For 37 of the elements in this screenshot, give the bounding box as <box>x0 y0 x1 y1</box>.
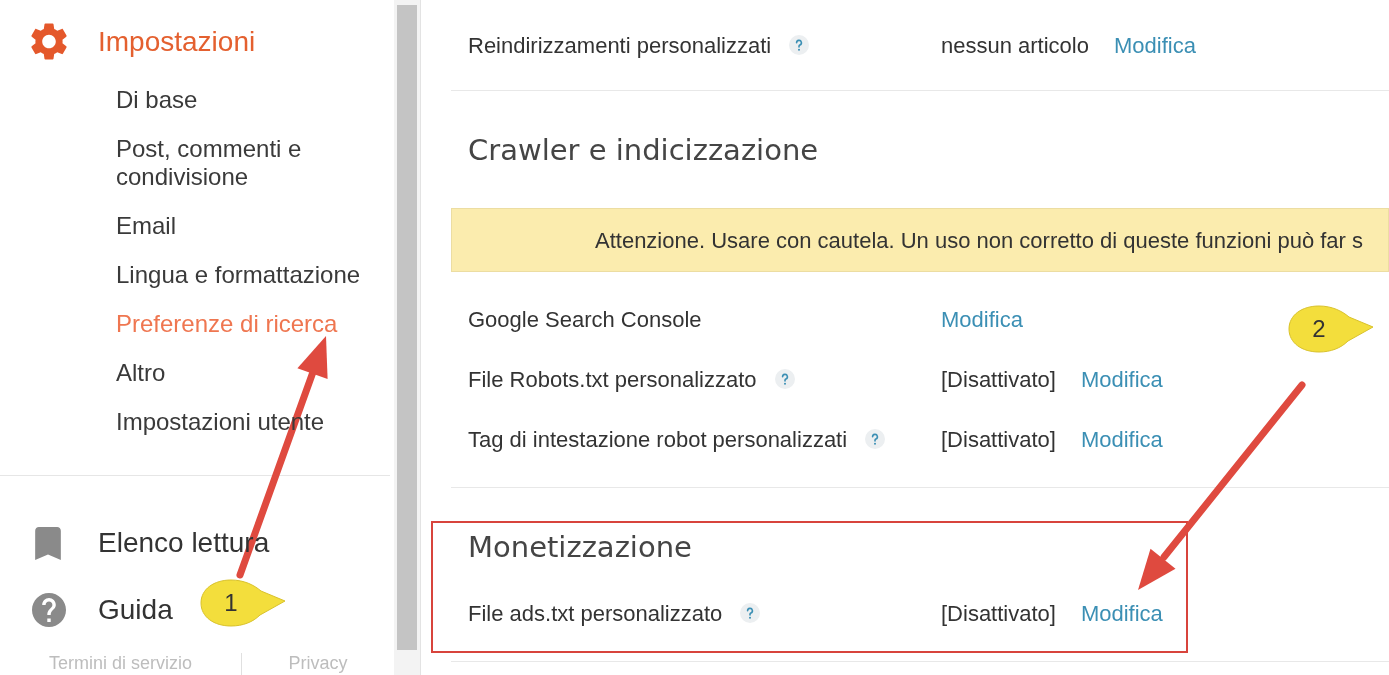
edit-link[interactable]: Modifica <box>941 302 1023 336</box>
help-icon[interactable] <box>865 429 886 449</box>
setting-label: File Robots.txt personalizzato <box>468 365 757 394</box>
gear-icon <box>31 23 67 60</box>
section-heading: Monetizzazione <box>467 529 693 567</box>
setting-label: Tag di intestazione robot personalizzati <box>468 425 848 454</box>
help-icon <box>32 593 66 627</box>
warning-banner: Attenzione. Usare con cautela. Un uso non corretto di queste funzioni può far s <box>451 208 1389 272</box>
nav-section-title[interactable]: Impostazioni <box>98 20 256 63</box>
setting-value: [Disattivato] <box>941 425 1056 454</box>
setting-value: [Disattivato] <box>941 365 1056 394</box>
nav-item[interactable]: Preferenze di ricerca <box>116 309 338 338</box>
nav-item[interactable]: Di base <box>116 85 198 114</box>
help-icon[interactable] <box>774 369 795 389</box>
help-icon[interactable] <box>789 35 810 55</box>
help-icon[interactable] <box>740 603 761 623</box>
setting-value: [Disattivato] <box>941 599 1056 628</box>
nav-item[interactable]: Lingua e formattazione <box>116 260 361 289</box>
setting-label: Reindirizzamenti personalizzati <box>468 31 772 60</box>
edit-link[interactable]: Modifica <box>1080 422 1163 456</box>
edit-link[interactable]: Modifica <box>1080 362 1163 396</box>
setting-value: nessun articolo <box>941 31 1089 60</box>
footer-link[interactable]: Privacy <box>288 653 348 674</box>
scrollbar-thumb[interactable] <box>397 5 417 650</box>
setting-label: File ads.txt personalizzato <box>468 599 723 628</box>
footer-link[interactable]: Termini di servizio <box>48 653 192 674</box>
nav-link[interactable]: Guida <box>98 589 173 631</box>
nav-item[interactable]: Post, commenti e condivisione <box>116 134 371 191</box>
section-heading: Crawler e indicizzazione <box>467 132 820 170</box>
nav-item[interactable]: Email <box>116 211 176 240</box>
edit-link[interactable]: Modifica <box>1080 596 1163 630</box>
edit-link[interactable]: Modifica <box>1114 28 1196 62</box>
bookmark-icon <box>35 526 61 560</box>
nav-item[interactable]: Altro <box>116 358 166 387</box>
setting-label: Google Search Console <box>468 305 702 334</box>
callout-marker: 2 <box>1288 305 1374 353</box>
callout-marker: 1 <box>200 579 286 627</box>
